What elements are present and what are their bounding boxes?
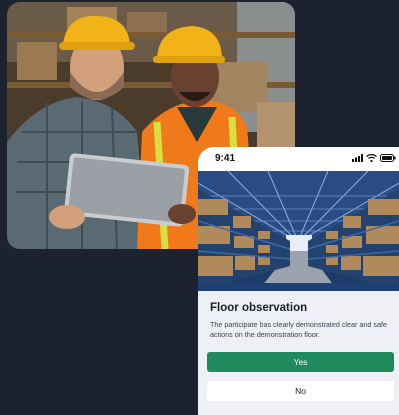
observation-description: The participate has clearly demonstrated… — [210, 320, 387, 339]
phone-card: 9:41 Floor observation The participate h… — [198, 147, 399, 415]
battery-icon — [380, 154, 396, 162]
observation-panel: Floor observation The participate has cl… — [198, 302, 399, 401]
page-title: Floor observation — [210, 302, 308, 314]
signal-icon — [352, 154, 363, 162]
status-icons — [352, 154, 396, 162]
wifi-icon — [366, 154, 377, 162]
status-time: 9:41 — [215, 153, 236, 164]
yes-button[interactable]: Yes — [207, 352, 394, 372]
warehouse-photo — [198, 171, 399, 291]
no-button[interactable]: No — [207, 381, 394, 401]
status-bar: 9:41 — [198, 147, 399, 171]
